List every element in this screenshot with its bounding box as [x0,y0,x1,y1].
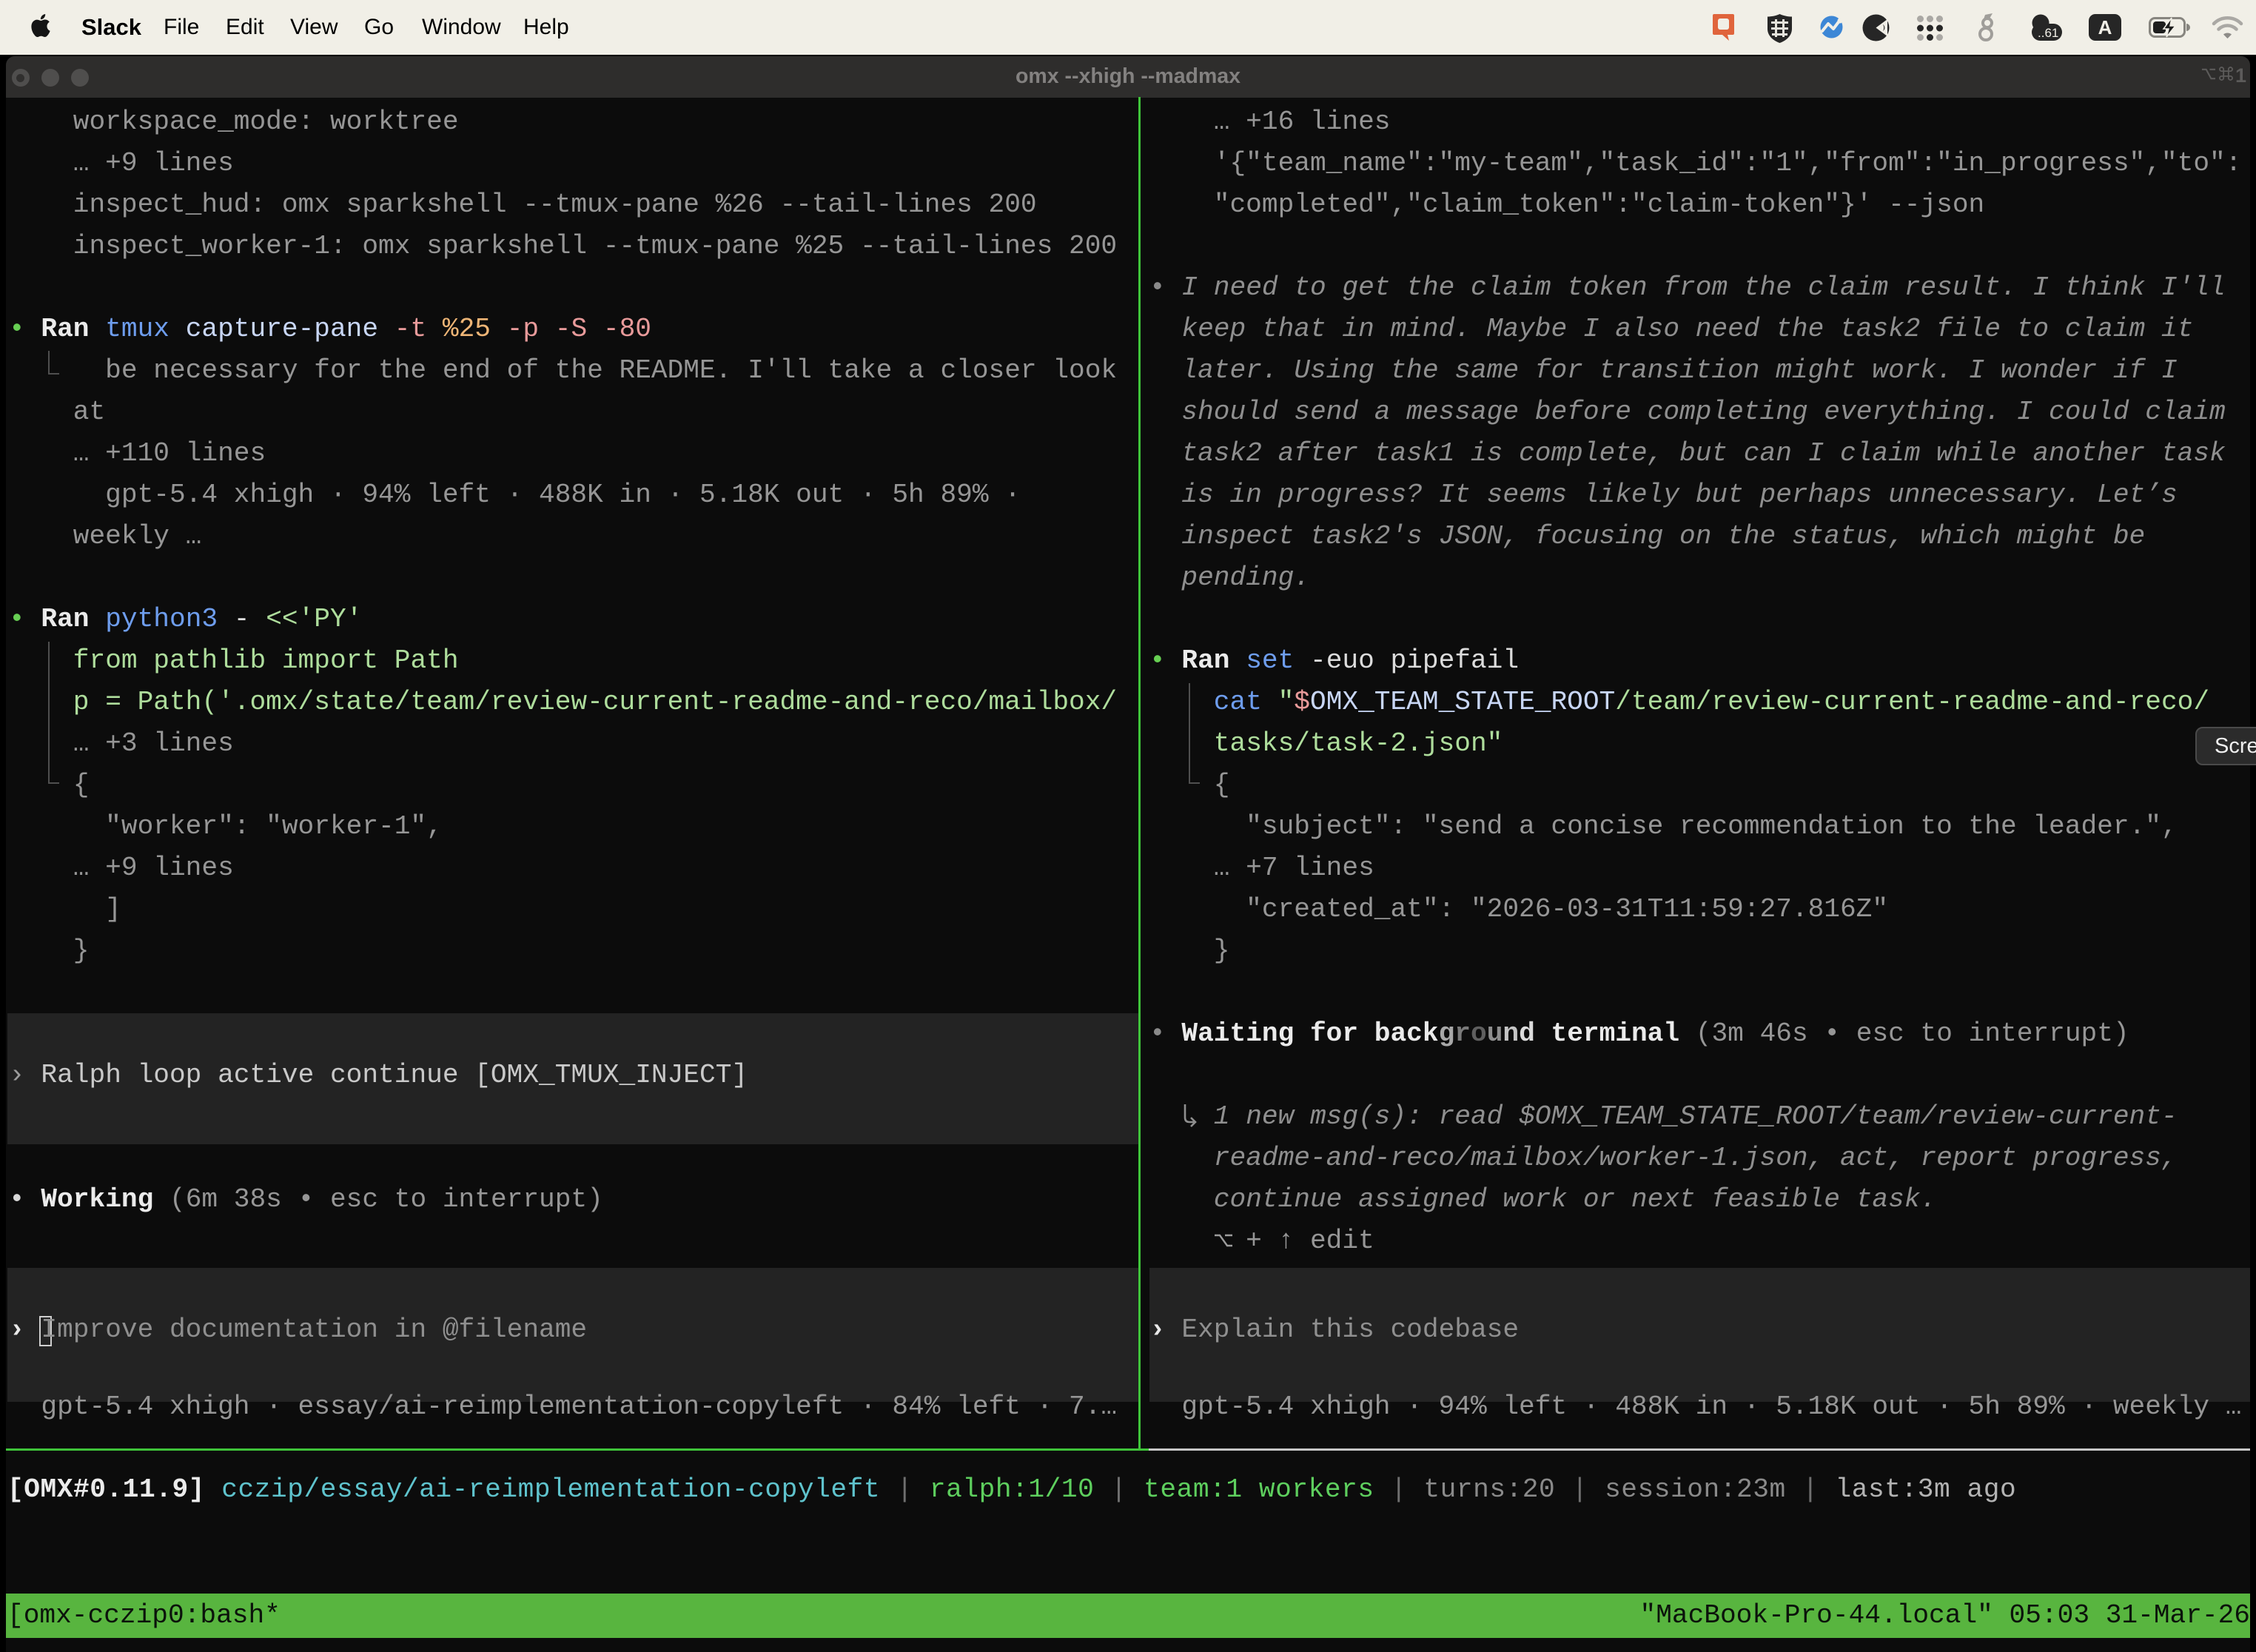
svg-text:..61: ..61 [2038,26,2058,40]
